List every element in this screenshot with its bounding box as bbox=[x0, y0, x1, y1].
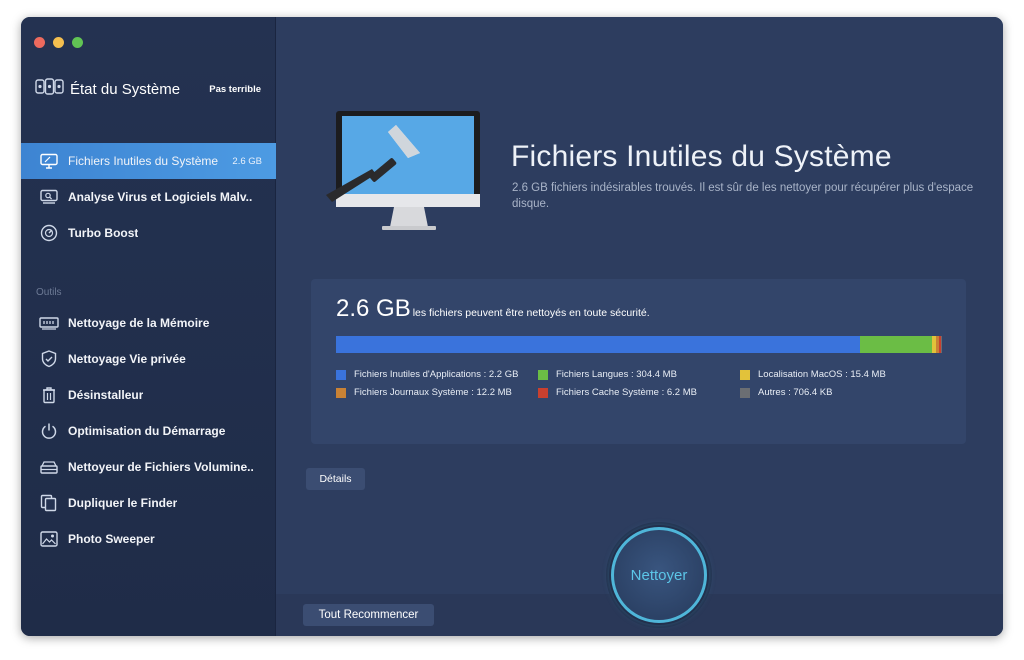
page-title: Fichiers Inutiles du Système bbox=[511, 140, 892, 173]
sidebar-item-duplicate-finder[interactable]: Dupliquer le Finder bbox=[21, 485, 276, 521]
page-description: 2.6 GB fichiers indésirables trouvés. Il… bbox=[512, 182, 974, 210]
legend-label: Localisation MacOS : 15.4 MB bbox=[758, 369, 886, 380]
sidebar: État du Système Pas terrible Fichiers In… bbox=[21, 17, 276, 636]
memory-icon bbox=[39, 313, 59, 333]
system-status-header: État du Système Pas terrible bbox=[35, 77, 261, 101]
sidebar-item-uninstaller[interactable]: Désinstalleur bbox=[21, 377, 276, 413]
system-status-title: État du Système bbox=[70, 80, 181, 98]
sidebar-item-photo-sweeper[interactable]: Photo Sweeper bbox=[21, 521, 276, 557]
trash-icon bbox=[39, 385, 59, 405]
system-status-icon bbox=[35, 78, 64, 100]
main-panel: Fichiers Inutiles du Système 2.6 GB fich… bbox=[276, 17, 1003, 636]
legend-item-languages: Fichiers Langues : 304.4 MB bbox=[538, 369, 677, 380]
sidebar-item-privacy-cleaner[interactable]: Nettoyage Vie privée bbox=[21, 341, 276, 377]
breakdown-bar-segment bbox=[859, 336, 933, 353]
sidebar-item-junk-files[interactable]: Fichiers Inutiles du Système 2.6 GB bbox=[21, 143, 276, 179]
legend-swatch bbox=[336, 387, 346, 398]
sidebar-item-size: 2.6 GB bbox=[232, 155, 262, 167]
sidebar-item-label: Optimisation du Démarrage bbox=[68, 424, 226, 438]
legend-swatch bbox=[336, 369, 346, 380]
junk-summary-header: 2.6 GB les fichiers peuvent être nettoyé… bbox=[336, 295, 650, 323]
sidebar-item-virus-scan[interactable]: Analyse Virus et Logiciels Malv... bbox=[21, 179, 276, 215]
junk-summary-panel: 2.6 GB les fichiers peuvent être nettoyé… bbox=[311, 279, 966, 444]
sidebar-section-tools: Outils bbox=[36, 287, 62, 298]
sidebar-item-label: Nettoyage de la Mémoire bbox=[68, 316, 210, 330]
minimize-window-button[interactable] bbox=[53, 37, 64, 48]
junk-total-size: 2.6 GB bbox=[336, 295, 411, 322]
junk-summary-text: les fichiers peuvent être nettoyés en to… bbox=[412, 307, 650, 319]
photo-icon bbox=[39, 529, 59, 549]
sidebar-item-label: Dupliquer le Finder bbox=[68, 496, 178, 510]
sidebar-item-turbo-boost[interactable]: Turbo Boost bbox=[21, 215, 276, 251]
breakdown-bar-segment bbox=[940, 336, 942, 353]
details-button[interactable]: Détails bbox=[306, 468, 365, 490]
sidebar-item-label: Fichiers Inutiles du Système bbox=[68, 154, 219, 168]
legend-item-applications: Fichiers Inutiles d'Applications : 2.2 G… bbox=[336, 369, 518, 380]
sidebar-item-label: Photo Sweeper bbox=[68, 532, 155, 546]
legend-label: Fichiers Journaux Système : 12.2 MB bbox=[354, 387, 512, 398]
imac-cleaning-illustration bbox=[324, 107, 484, 237]
gauge-icon bbox=[39, 223, 59, 243]
restart-all-button[interactable]: Tout Recommencer bbox=[303, 604, 434, 626]
sidebar-item-memory-cleaner[interactable]: Nettoyage de la Mémoire bbox=[21, 305, 276, 341]
sidebar-item-label: Nettoyage Vie privée bbox=[68, 352, 186, 366]
shield-icon bbox=[39, 349, 59, 369]
legend-label: Fichiers Inutiles d'Applications : 2.2 G… bbox=[354, 369, 519, 380]
sidebar-item-label: Analyse Virus et Logiciels Malv... bbox=[68, 190, 253, 204]
legend-label: Fichiers Langues : 304.4 MB bbox=[556, 369, 677, 380]
legend-swatch bbox=[538, 369, 548, 380]
duplicate-icon bbox=[39, 493, 59, 513]
power-icon bbox=[39, 421, 59, 441]
virus-scan-icon bbox=[39, 187, 59, 207]
junk-breakdown-bar bbox=[336, 336, 942, 353]
legend-swatch bbox=[740, 369, 750, 380]
close-window-button[interactable] bbox=[34, 37, 45, 48]
monitor-icon bbox=[39, 151, 59, 171]
app-window: État du Système Pas terrible Fichiers In… bbox=[21, 17, 1003, 636]
sidebar-item-large-files[interactable]: Nettoyeur de Fichiers Volumine... bbox=[21, 449, 276, 485]
legend-item-system-logs: Fichiers Journaux Système : 12.2 MB bbox=[336, 387, 512, 398]
clean-button-ring: Nettoyer bbox=[606, 522, 712, 628]
sidebar-item-label: Nettoyeur de Fichiers Volumine... bbox=[68, 460, 253, 474]
legend-label: Fichiers Cache Système : 6.2 MB bbox=[556, 387, 697, 398]
sidebar-item-label: Désinstalleur bbox=[68, 388, 144, 402]
window-controls bbox=[34, 37, 83, 48]
zoom-window-button[interactable] bbox=[72, 37, 83, 48]
sidebar-item-label: Turbo Boost bbox=[68, 226, 139, 240]
legend-item-others: Autres : 706.4 KB bbox=[740, 387, 832, 398]
legend-label: Autres : 706.4 KB bbox=[758, 387, 833, 398]
legend-item-system-cache: Fichiers Cache Système : 6.2 MB bbox=[538, 387, 697, 398]
legend-swatch bbox=[740, 387, 750, 398]
sidebar-item-startup-optimization[interactable]: Optimisation du Démarrage bbox=[21, 413, 276, 449]
legend-swatch bbox=[538, 387, 548, 398]
stack-icon bbox=[39, 457, 59, 477]
clean-button[interactable]: Nettoyer bbox=[611, 527, 707, 623]
breakdown-bar-segment bbox=[336, 336, 860, 353]
legend-item-macos-localization: Localisation MacOS : 15.4 MB bbox=[740, 369, 886, 380]
system-status-value: Pas terrible bbox=[209, 83, 261, 95]
